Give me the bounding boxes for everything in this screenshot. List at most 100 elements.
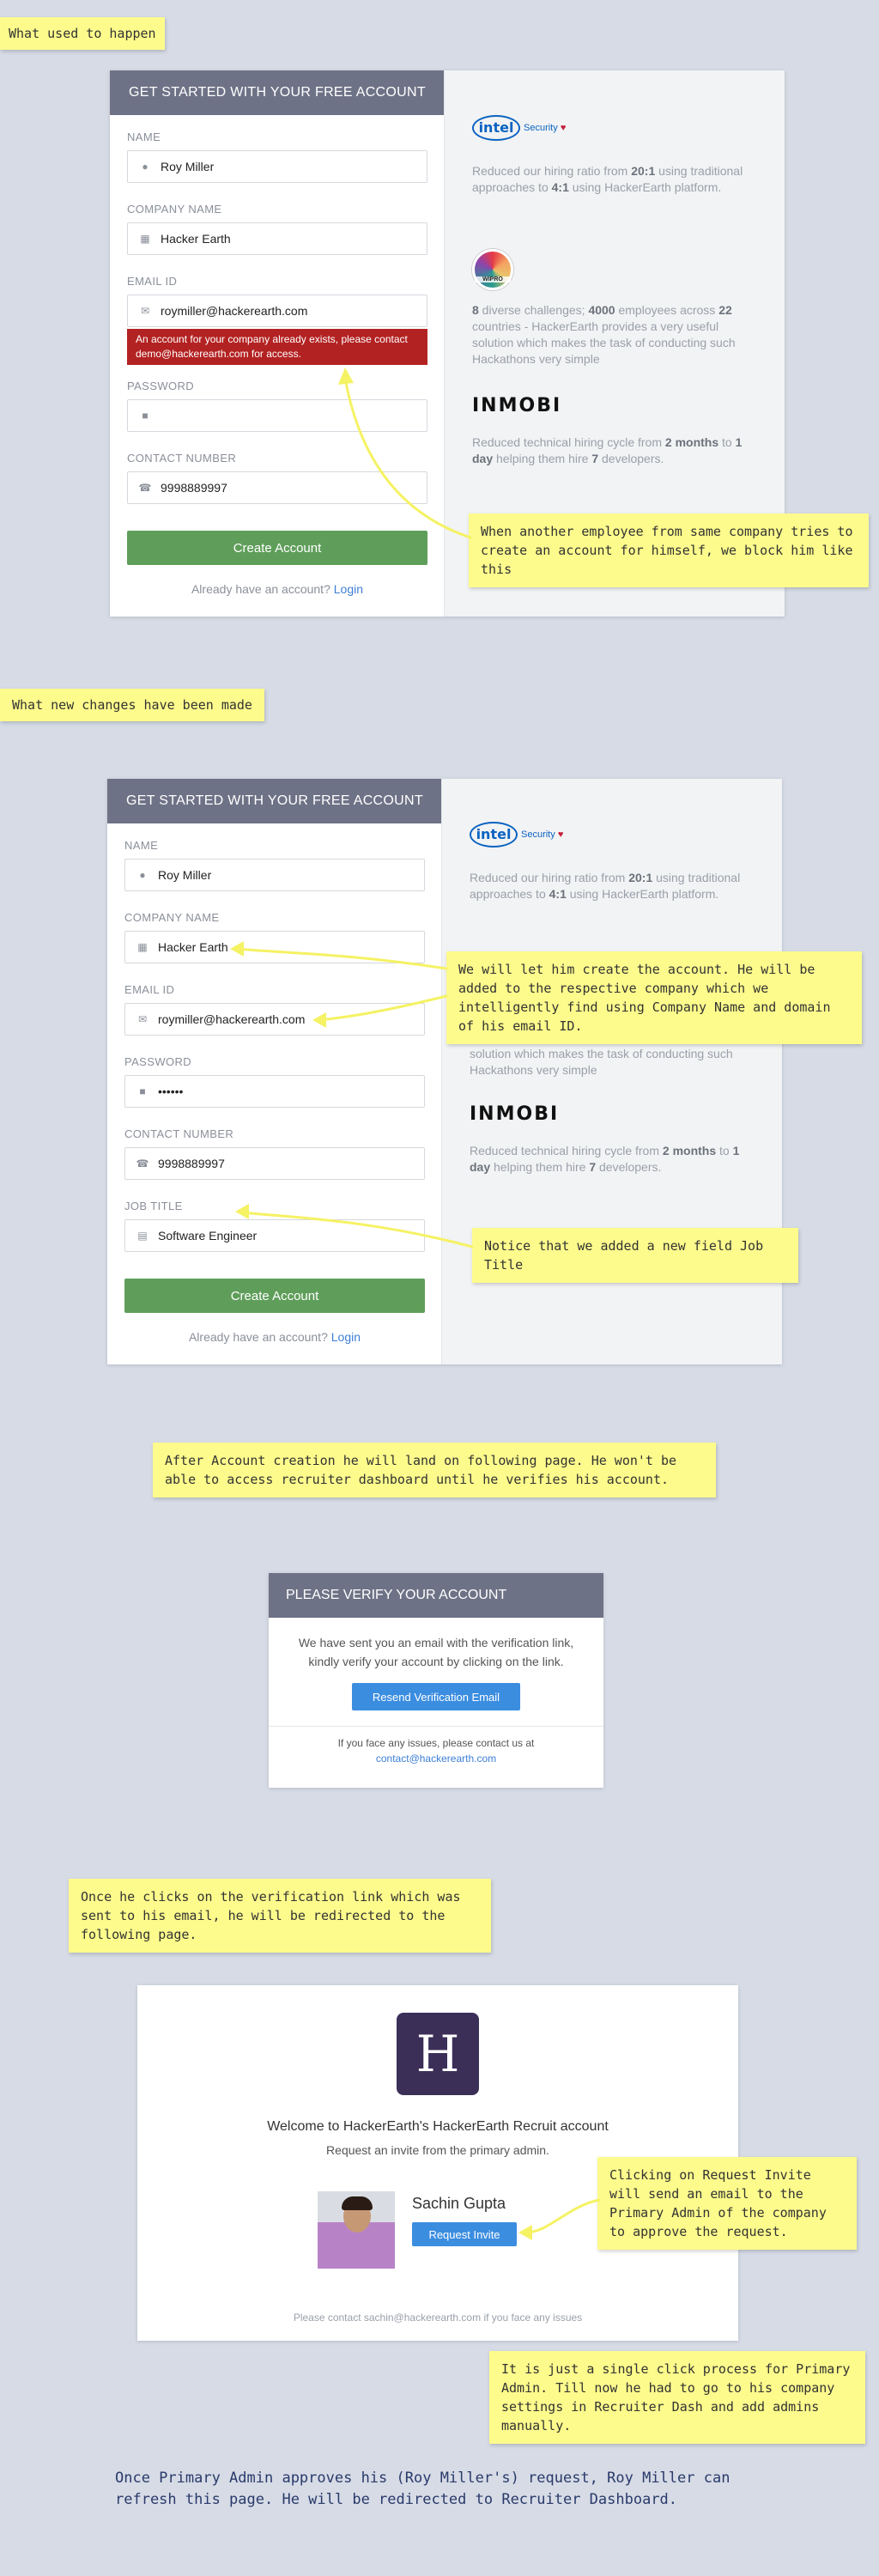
label-before-text: What used to happen: [9, 26, 156, 41]
jobtitle-input[interactable]: ▤ Software Engineer: [124, 1219, 425, 1252]
wipro-text-bold: 22: [718, 303, 732, 317]
verify-account-card: PLEASE VERIFY YOUR ACCOUNT We have sent …: [269, 1573, 603, 1788]
note-allow-account: We will let him create the account. He w…: [446, 951, 862, 1044]
company-value: Hacker Earth: [158, 940, 228, 954]
intel-text-bold: 4:1: [549, 887, 567, 901]
note-verification-redirect: Once he clicks on the verification link …: [69, 1879, 491, 1953]
intel-logo: intel Security ♥: [470, 822, 563, 848]
password-field: PASSWORD ■ ••••••: [124, 1055, 425, 1108]
have-account-text: Already have an account? Login: [124, 1330, 425, 1344]
intel-text-bold: 20:1: [631, 164, 656, 178]
label-before: What used to happen: [0, 17, 165, 50]
company-label: COMPANY NAME: [127, 203, 222, 216]
password-input[interactable]: ■ ••••••: [124, 1075, 425, 1108]
verify-footer: If you face any issues, please contact u…: [269, 1727, 603, 1766]
inmobi-text-part: Reduced technical hiring cycle from: [470, 1144, 663, 1157]
wipro-logo-text: WIPRO: [475, 276, 511, 283]
contact-field: CONTACT NUMBER ☎ 9998889997: [127, 452, 427, 504]
briefcase-icon: ▤: [137, 1230, 148, 1242]
create-account-button[interactable]: Create Account: [127, 531, 427, 565]
name-input[interactable]: ● Roy Miller: [127, 150, 427, 183]
password-input[interactable]: ■: [127, 399, 427, 432]
signup-form-panel: GET STARTED WITH YOUR FREE ACCOUNT NAME …: [107, 779, 442, 1364]
name-input[interactable]: ● Roy Miller: [124, 859, 425, 891]
avatar-hair: [342, 2196, 373, 2210]
lock-icon: ■: [139, 1085, 146, 1097]
intel-testimonial: Reduced our hiring ratio from 20:1 using…: [470, 870, 753, 902]
signup-header: GET STARTED WITH YOUR FREE ACCOUNT: [107, 779, 441, 823]
email-value: roymiller@hackerearth.com: [161, 304, 308, 318]
intel-text-bold: 4:1: [551, 180, 569, 194]
login-link[interactable]: Login: [334, 582, 363, 596]
note-job-title: Notice that we added a new field Job Tit…: [472, 1228, 798, 1283]
note-single-click: It is just a single click process for Pr…: [489, 2351, 865, 2444]
company-input[interactable]: ▦ Hacker Earth: [127, 222, 427, 255]
intel-text-bold: 20:1: [628, 871, 653, 884]
email-input[interactable]: ✉ roymiller@hackerearth.com: [124, 1003, 425, 1036]
email-value: roymiller@hackerearth.com: [158, 1012, 306, 1026]
inmobi-logo: INMOBI: [470, 1103, 560, 1125]
signup-form-panel: GET STARTED WITH YOUR FREE ACCOUNT NAME …: [110, 70, 445, 617]
envelope-icon: ✉: [137, 1013, 148, 1025]
phone-icon: ☎: [136, 1157, 149, 1170]
verify-header: PLEASE VERIFY YOUR ACCOUNT: [269, 1573, 603, 1618]
create-account-button[interactable]: Create Account: [124, 1279, 425, 1313]
intel-logo-mark: intel: [470, 822, 518, 848]
request-invite-button[interactable]: Request Invite: [412, 2222, 517, 2246]
contact-email-link[interactable]: contact@hackerearth.com: [376, 1753, 496, 1765]
inmobi-text-part: to: [718, 435, 736, 449]
inmobi-text-part: developers.: [596, 1160, 662, 1174]
note-final: Once Primary Admin approves his (Roy Mil…: [115, 2470, 730, 2508]
inmobi-text-part: helping them hire: [493, 452, 592, 465]
have-account-label: Already have an account?: [191, 582, 330, 596]
inmobi-text-part: to: [716, 1144, 733, 1157]
company-input[interactable]: ▦ Hacker Earth: [124, 931, 425, 963]
wipro-text-bold: 4000: [588, 303, 615, 317]
email-input[interactable]: ✉ roymiller@hackerearth.com: [127, 295, 427, 327]
login-link[interactable]: Login: [331, 1330, 361, 1344]
password-label: PASSWORD: [124, 1055, 192, 1068]
label-after-text: What new changes have been made: [12, 697, 252, 713]
note-request-invite: Clicking on Request Invite will send an …: [597, 2157, 857, 2250]
jobtitle-value: Software Engineer: [158, 1229, 258, 1242]
intel-security-text: Security: [524, 123, 558, 133]
inmobi-text-part: developers.: [598, 452, 664, 465]
intel-security-label: Security ♥: [524, 123, 567, 133]
email-field: EMAIL ID ✉ roymiller@hackerearth.com An …: [127, 275, 427, 365]
password-label: PASSWORD: [127, 380, 195, 392]
intel-logo: intel Security ♥: [472, 115, 566, 141]
company-field: COMPANY NAME ▦ Hacker Earth: [124, 911, 425, 963]
contact-field: CONTACT NUMBER ☎ 9998889997: [124, 1127, 425, 1180]
have-account-label: Already have an account?: [188, 1330, 328, 1344]
company-field: COMPANY NAME ▦ Hacker Earth: [127, 203, 427, 255]
building-icon: ▦: [140, 233, 150, 245]
note-block-employee: When another employee from same company …: [469, 513, 869, 587]
email-label: EMAIL ID: [127, 275, 178, 288]
name-label: NAME: [127, 131, 161, 143]
inmobi-text-bold: 2 months: [664, 435, 719, 449]
intel-testimonial: Reduced our hiring ratio from 20:1 using…: [472, 163, 755, 196]
wipro-testimonial: 8 diverse challenges; 4000 employees acr…: [472, 302, 755, 368]
name-value: Roy Miller: [158, 868, 212, 882]
wipro-text-part: employees across: [615, 303, 719, 317]
hackerearth-logo: H: [397, 2013, 479, 2095]
phone-icon: ☎: [138, 482, 152, 494]
inmobi-logo: INMOBI: [472, 395, 562, 416]
welcome-heading: Welcome to HackerEarth's HackerEarth Rec…: [267, 2119, 609, 2134]
email-label: EMAIL ID: [124, 983, 175, 996]
wipro-text-part: diverse challenges;: [478, 303, 589, 317]
email-field: EMAIL ID ✉ roymiller@hackerearth.com: [124, 983, 425, 1036]
verify-footer-text: If you face any issues, please contact u…: [337, 1737, 535, 1749]
intel-security-label: Security ♥: [521, 829, 564, 840]
password-value: ••••••: [158, 1084, 184, 1098]
inmobi-text-bold: 2 months: [662, 1144, 717, 1157]
contact-input[interactable]: ☎ 9998889997: [124, 1147, 425, 1180]
contact-label: CONTACT NUMBER: [127, 452, 237, 465]
intel-security-text: Security: [521, 829, 555, 840]
inmobi-text-bold: 7: [591, 452, 599, 465]
password-field: PASSWORD ■: [127, 380, 427, 432]
contact-input[interactable]: ☎ 9998889997: [127, 471, 427, 504]
inmobi-text-part: Reduced technical hiring cycle from: [472, 435, 665, 449]
name-field: NAME ● Roy Miller: [124, 839, 425, 891]
resend-verification-button[interactable]: Resend Verification Email: [352, 1683, 520, 1710]
